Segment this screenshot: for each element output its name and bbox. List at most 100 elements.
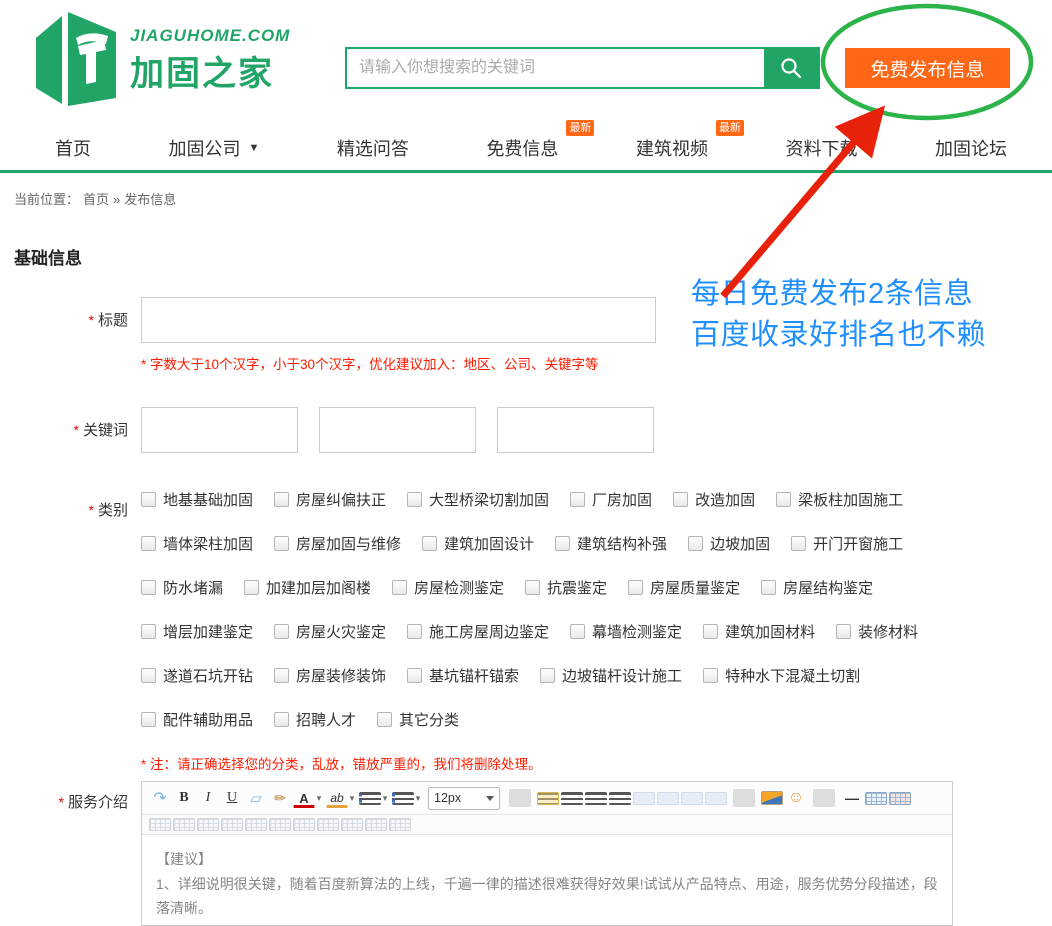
ordered-list-icon[interactable] <box>359 792 381 805</box>
cell-properties-icon[interactable] <box>173 818 195 831</box>
ordered-list-arrow-icon[interactable]: ▾ <box>380 786 390 810</box>
table-properties-icon[interactable] <box>149 818 171 831</box>
search-button[interactable] <box>764 49 818 87</box>
category-checkbox[interactable]: 房屋检测鉴定 <box>392 577 504 598</box>
font-color-arrow-icon[interactable]: ▾ <box>314 786 324 810</box>
category-checkbox[interactable]: 房屋质量鉴定 <box>628 577 740 598</box>
nav-item-label: 资料下载 <box>785 135 857 161</box>
unordered-list-arrow-icon[interactable]: ▾ <box>413 786 423 810</box>
category-checkbox-row: 防水堵漏加建加层加阁楼房屋检测鉴定抗震鉴定房屋质量鉴定房屋结构鉴定 <box>141 577 939 598</box>
category-checkbox[interactable]: 地基基础加固 <box>141 489 253 510</box>
horizontal-rule-icon[interactable]: — <box>841 786 863 810</box>
category-checkbox-label: 改造加固 <box>695 489 755 510</box>
category-checkbox[interactable]: 房屋装修装饰 <box>274 665 386 686</box>
nav-item-免费信息[interactable]: 免费信息最新 <box>486 135 558 161</box>
insert-row-icon[interactable] <box>197 818 219 831</box>
highlight-arrow-icon[interactable]: ▾ <box>347 786 357 810</box>
insert-image-icon[interactable] <box>761 791 783 805</box>
underline-icon[interactable]: U <box>221 786 243 810</box>
font-color-icon[interactable]: A <box>293 790 315 808</box>
italic-icon[interactable]: I <box>197 786 219 810</box>
category-checkbox[interactable]: 厂房加固 <box>570 489 652 510</box>
nav-item-精选问答[interactable]: 精选问答 <box>337 135 409 161</box>
image-align-right-icon[interactable] <box>681 792 703 805</box>
title-input[interactable] <box>141 297 656 343</box>
undo-icon[interactable]: ↷ <box>149 786 171 810</box>
insert-column-icon[interactable] <box>221 818 243 831</box>
image-align-left-icon[interactable] <box>633 792 655 805</box>
category-checkbox[interactable]: 施工房屋周边鉴定 <box>407 621 549 642</box>
keyword-input-1[interactable] <box>141 407 298 453</box>
split-row-icon[interactable] <box>365 818 387 831</box>
highlight-icon[interactable]: ab <box>326 790 348 808</box>
checkbox-icon <box>274 624 289 639</box>
category-checkbox[interactable]: 其它分类 <box>377 709 459 730</box>
checkbox-icon <box>274 536 289 551</box>
category-checkbox[interactable]: 房屋纠偏扶正 <box>274 489 386 510</box>
emoji-icon[interactable]: ☺ <box>785 786 807 810</box>
category-checkbox[interactable]: 防水堵漏 <box>141 577 223 598</box>
align-left-icon[interactable] <box>537 792 559 805</box>
nav-item-label: 免费信息 <box>486 135 558 161</box>
category-checkbox-row: 墙体梁柱加固房屋加固与维修建筑加固设计建筑结构补强边坡加固开门开窗施工 <box>141 533 939 554</box>
category-checkbox[interactable]: 装修材料 <box>836 621 918 642</box>
merge-right-icon[interactable] <box>317 818 339 831</box>
merge-down-icon[interactable] <box>341 818 363 831</box>
delete-column-icon[interactable] <box>269 818 291 831</box>
category-checkbox[interactable]: 建筑加固材料 <box>703 621 815 642</box>
publish-info-button[interactable]: 免费发布信息 <box>845 48 1010 88</box>
split-column-icon[interactable] <box>389 818 411 831</box>
category-checkbox[interactable]: 房屋结构鉴定 <box>761 577 873 598</box>
category-checkbox[interactable]: 遂道石坑开钻 <box>141 665 253 686</box>
breadcrumb-separator: » <box>113 192 120 207</box>
category-checkbox[interactable]: 基坑锚杆锚索 <box>407 665 519 686</box>
nav-item-加固公司[interactable]: 加固公司▼ <box>169 135 260 161</box>
logo[interactable]: JIAGUHOME.COM 加固之家 <box>28 10 290 110</box>
bold-icon[interactable]: B <box>173 786 195 810</box>
breadcrumb-home-link[interactable]: 首页 <box>83 192 109 207</box>
align-justify-icon[interactable] <box>609 792 631 805</box>
category-checkbox[interactable]: 招聘人才 <box>274 709 356 730</box>
category-checkbox[interactable]: 开门开窗施工 <box>791 533 903 554</box>
category-checkbox[interactable]: 建筑加固设计 <box>422 533 534 554</box>
category-checkbox[interactable]: 梁板柱加固施工 <box>776 489 903 510</box>
unordered-list-icon[interactable] <box>392 792 414 805</box>
keyword-input-2[interactable] <box>319 407 476 453</box>
image-block-icon[interactable] <box>705 792 727 805</box>
category-checkbox[interactable]: 幕墙检测鉴定 <box>570 621 682 642</box>
format-brush-icon[interactable]: ✏ <box>269 786 291 810</box>
image-align-inline-icon[interactable] <box>657 792 679 805</box>
editor-content[interactable]: 【建议】 1、详细说明很关键，随着百度新算法的上线，千遍一律的描述很难获得好效果… <box>142 835 952 925</box>
nav-item-建筑视频[interactable]: 建筑视频最新 <box>636 135 708 161</box>
category-checkbox[interactable]: 加建加层加阁楼 <box>244 577 371 598</box>
category-checkbox[interactable]: 边坡锚杆设计施工 <box>540 665 682 686</box>
font-size-select[interactable]: 12px <box>428 787 500 810</box>
search-input[interactable] <box>347 49 764 87</box>
nav-item-首页[interactable]: 首页 <box>55 135 91 161</box>
merge-cells-icon[interactable] <box>293 818 315 831</box>
category-checkbox[interactable]: 大型桥梁切割加固 <box>407 489 549 510</box>
eraser-icon[interactable]: ▱ <box>245 786 267 810</box>
insert-table-icon[interactable] <box>865 792 887 805</box>
category-checkbox[interactable]: 建筑结构补强 <box>555 533 667 554</box>
category-checkbox[interactable]: 墙体梁柱加固 <box>141 533 253 554</box>
breadcrumb-current: 发布信息 <box>124 192 176 207</box>
category-checkbox[interactable]: 增层加建鉴定 <box>141 621 253 642</box>
category-checkbox[interactable]: 房屋加固与维修 <box>274 533 401 554</box>
category-checkbox[interactable]: 配件辅助用品 <box>141 709 253 730</box>
category-checkbox[interactable]: 改造加固 <box>673 489 755 510</box>
checkbox-icon <box>703 668 718 683</box>
category-checkbox[interactable]: 特种水下混凝土切割 <box>703 665 860 686</box>
category-checkbox[interactable]: 房屋火灾鉴定 <box>274 621 386 642</box>
category-checkbox[interactable]: 抗震鉴定 <box>525 577 607 598</box>
nav-item-加固论坛[interactable]: 加固论坛 <box>935 135 1007 161</box>
align-center-icon[interactable] <box>561 792 583 805</box>
delete-row-icon[interactable] <box>245 818 267 831</box>
align-right-icon[interactable] <box>585 792 607 805</box>
keyword-input-3[interactable] <box>497 407 654 453</box>
nav-item-资料下载[interactable]: 资料下载 <box>785 135 857 161</box>
checkbox-icon <box>141 580 156 595</box>
category-checkbox[interactable]: 边坡加固 <box>688 533 770 554</box>
annotation-line2: 百度收录好排名也不赖 <box>691 315 986 356</box>
delete-table-icon[interactable] <box>889 792 911 805</box>
